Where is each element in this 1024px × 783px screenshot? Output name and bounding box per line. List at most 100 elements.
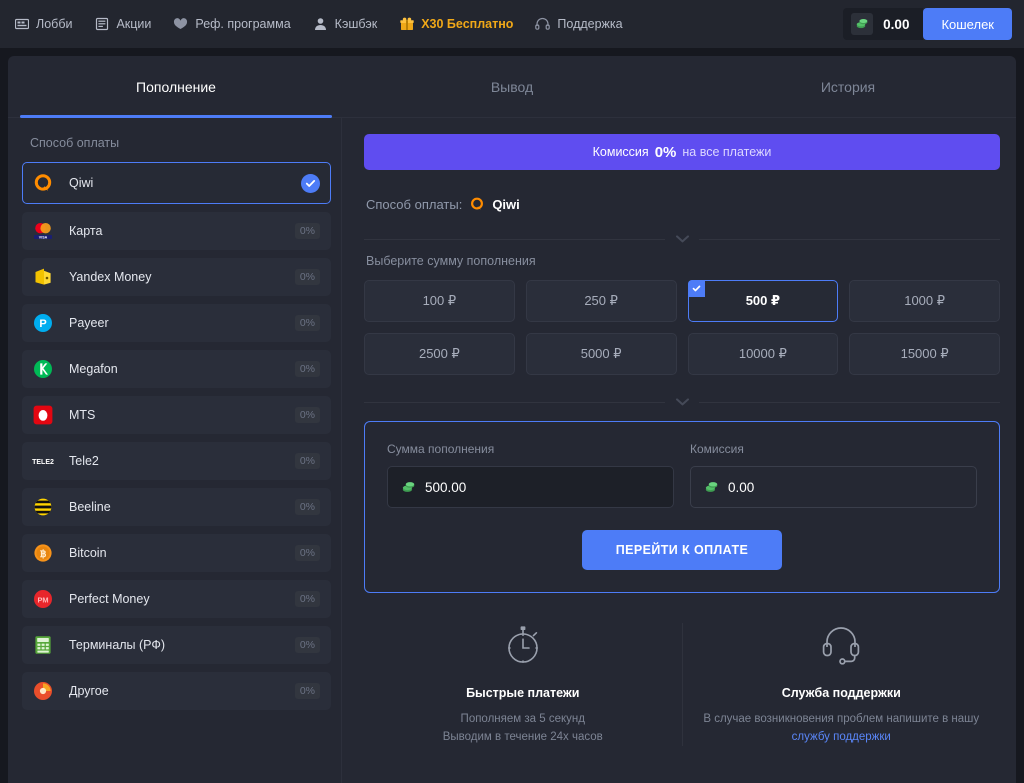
stopwatch-icon — [502, 623, 544, 672]
section-divider-bottom — [364, 389, 1000, 415]
banner-prefix: Комиссия — [592, 145, 649, 159]
info-line-1: Пополняем за 5 секунд — [460, 713, 585, 725]
chevron-down-icon[interactable] — [665, 393, 699, 411]
info-line-2: Выводим в течение 24х часов — [442, 731, 603, 743]
referral-icon — [173, 17, 188, 32]
support-service-link[interactable]: службу поддержки — [792, 728, 891, 746]
sidebar-item-qiwi[interactable]: Qiwi — [22, 162, 331, 204]
wallet-group: 0.00 Кошелек — [843, 8, 1012, 40]
commission-banner: Комиссия 0% на все платежи — [364, 134, 1000, 170]
perfect-money-icon: PM — [31, 587, 55, 611]
amount-option[interactable]: 250 ₽ — [525, 280, 677, 322]
check-icon — [687, 280, 705, 297]
nav-item-promotions[interactable]: Акции — [94, 17, 151, 32]
fee-badge: 0% — [294, 407, 320, 423]
info-title: Служба поддержки — [781, 686, 901, 700]
balance-display[interactable]: 0.00 — [843, 8, 924, 40]
sidebar-item-label: Perfect Money — [69, 592, 150, 606]
payment-method-sidebar: Способ оплаты Qiwi VISA Карта 0% Yandex … — [8, 118, 342, 783]
amount-grid: 100 ₽ 250 ₽ 500 ₽ 1000 ₽ 2500 ₽ 5000 ₽ 1… — [364, 280, 1000, 375]
wallet-button[interactable]: Кошелек — [923, 8, 1012, 40]
pay-button-wrapper: ПЕРЕЙТИ К ОПЛАТЕ — [387, 530, 977, 570]
user-icon — [313, 17, 328, 32]
info-fast-payments: Быстрые платежи Пополняем за 5 секунд Вы… — [364, 623, 683, 746]
deposit-form-panel: Сумма пополнения 500.00 Комиссия 0.00 ПЕ… — [364, 421, 1000, 593]
headset-icon — [535, 17, 551, 32]
svg-text:฿: ฿ — [40, 549, 47, 560]
sidebar-item-tele2[interactable]: TELE2 Tele2 0% — [22, 442, 331, 480]
beeline-icon — [31, 495, 55, 519]
sidebar-item-beeline[interactable]: Beeline 0% — [22, 488, 331, 526]
fee-badge: 0% — [294, 361, 320, 377]
sidebar-item-label: Терминалы (РФ) — [69, 638, 166, 652]
chevron-down-icon[interactable] — [665, 230, 699, 248]
fee-badge: 0% — [294, 545, 320, 561]
nav-item-referral[interactable]: Реф. программа — [173, 17, 291, 32]
sidebar-item-card[interactable]: VISA Карта 0% — [22, 212, 331, 250]
amount-option[interactable]: 2500 ₽ — [364, 333, 515, 375]
fee-badge: 0% — [294, 499, 320, 515]
amount-option[interactable]: 5000 ₽ — [525, 333, 677, 375]
nav-item-lobby[interactable]: Лобби — [14, 17, 72, 32]
sidebar-item-bitcoin[interactable]: ฿ Bitcoin 0% — [22, 534, 331, 572]
headset-icon — [818, 623, 864, 672]
tab-deposit[interactable]: Пополнение — [8, 56, 344, 118]
other-icon — [31, 679, 55, 703]
info-title: Быстрые платежи — [466, 686, 580, 700]
commission-field-label: Комиссия — [690, 442, 744, 456]
amount-field-label: Сумма пополнения — [387, 442, 495, 456]
sidebar-item-perfect-money[interactable]: PM Perfect Money 0% — [22, 580, 331, 618]
nav-item-label: Акции — [116, 17, 152, 31]
sidebar-item-label: Карта — [69, 224, 103, 238]
tele2-icon: TELE2 — [31, 449, 55, 473]
sidebar-item-label: Другое — [69, 684, 109, 698]
form-columns: Сумма пополнения 500.00 Комиссия 0.00 — [387, 442, 977, 508]
commission-value: 0.00 — [728, 479, 755, 495]
info-row: Быстрые платежи Пополняем за 5 секунд Вы… — [364, 623, 1000, 746]
sidebar-item-label: Payeer — [69, 316, 109, 330]
selected-method-line: Способ оплаты: Qiwi — [366, 196, 1000, 212]
sidebar-item-megafon[interactable]: Megafon 0% — [22, 350, 331, 388]
nav-item-free-x30[interactable]: X30 Бесплатно — [399, 17, 513, 32]
page-tabs: Пополнение Вывод История — [8, 56, 1016, 118]
coin-icon — [704, 480, 719, 495]
nav-item-label: X30 Бесплатно — [421, 17, 514, 31]
qiwi-icon — [31, 171, 55, 195]
fee-badge: 0% — [294, 223, 320, 239]
proceed-to-payment-button[interactable]: ПЕРЕЙТИ К ОПЛАТЕ — [581, 530, 783, 570]
lobby-icon — [14, 17, 29, 32]
sidebar-item-label: Beeline — [69, 500, 111, 514]
amount-section-title: Выберите сумму пополнения — [366, 254, 536, 268]
svg-text:PM: PM — [37, 595, 48, 604]
qiwi-icon — [469, 196, 485, 212]
amount-field-group: Сумма пополнения 500.00 — [387, 442, 674, 508]
sidebar-item-other[interactable]: Другое 0% — [22, 672, 331, 710]
amount-option-label: 500 ₽ — [745, 293, 781, 308]
nav-item-label: Лобби — [36, 17, 73, 31]
nav-item-cashback[interactable]: Кэшбэк — [313, 17, 377, 32]
yandex-money-icon — [31, 265, 55, 289]
amount-option-selected[interactable]: 500 ₽ — [687, 280, 839, 322]
sidebar-item-yandex-money[interactable]: Yandex Money 0% — [22, 258, 331, 296]
coin-icon — [401, 480, 416, 495]
mts-icon — [31, 403, 55, 427]
commission-value-box: 0.00 — [690, 466, 977, 508]
info-support: Служба поддержки В случае возникновения … — [683, 623, 1001, 746]
sidebar-item-label: Bitcoin — [69, 546, 107, 560]
sidebar-item-payeer[interactable]: P Payeer 0% — [22, 304, 331, 342]
coin-icon — [851, 13, 874, 35]
sidebar-item-label: Qiwi — [69, 176, 94, 190]
tab-history[interactable]: История — [680, 56, 1016, 117]
amount-option[interactable]: 1000 ₽ — [849, 280, 1000, 322]
amount-option[interactable]: 100 ₽ — [364, 280, 515, 322]
nav-item-support[interactable]: Поддержка — [535, 17, 623, 32]
promotions-icon — [94, 17, 109, 32]
tab-withdraw[interactable]: Вывод — [344, 56, 680, 117]
nav-item-label: Реф. программа — [195, 17, 291, 31]
amount-option[interactable]: 10000 ₽ — [687, 333, 839, 375]
amount-input[interactable]: 500.00 — [387, 466, 674, 508]
sidebar-item-terminals[interactable]: Терминалы (РФ) 0% — [22, 626, 331, 664]
page-body: Способ оплаты Qiwi VISA Карта 0% Yandex … — [8, 118, 1016, 783]
amount-option[interactable]: 15000 ₽ — [849, 333, 1000, 375]
sidebar-item-mts[interactable]: MTS 0% — [22, 396, 331, 434]
